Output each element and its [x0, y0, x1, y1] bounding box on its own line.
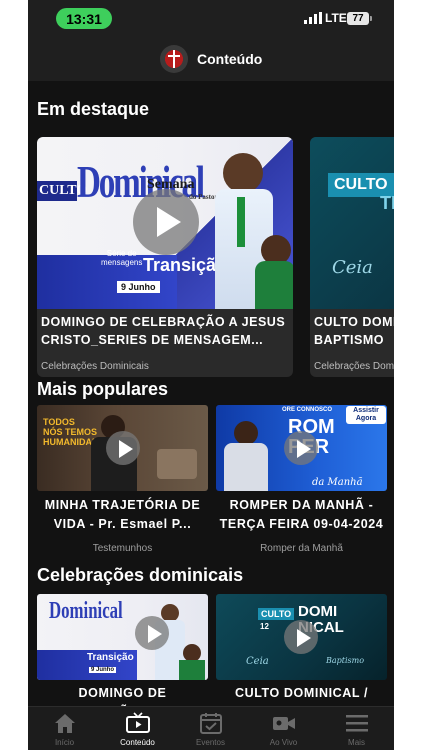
- nav-item-mais[interactable]: Mais: [320, 707, 393, 750]
- popular-card[interactable]: TODOS NÓS TEMOS HUMANIDADE MINHA TRAJETÓ…: [37, 405, 208, 555]
- video-category: Testemunhos: [92, 543, 153, 554]
- video-title: MINHA TRAJETÓRIA DE VIDA - Pr. Esmael P.…: [44, 498, 201, 531]
- nav-label: Ao Vivo: [269, 738, 298, 747]
- tv-icon: [125, 712, 150, 733]
- featured-card[interactable]: CULTO Dominical Semana do Pastor Série d…: [37, 137, 293, 377]
- play-button[interactable]: [106, 431, 140, 465]
- nav-item-ao-vivo[interactable]: Ao Vivo: [247, 707, 320, 750]
- calendar-check-icon: [199, 713, 222, 734]
- nav-item-eventos[interactable]: Eventos: [174, 707, 247, 750]
- popular-section-title: Mais populares: [37, 379, 169, 399]
- speaker-figure: [234, 421, 258, 445]
- app-screen: 13:31 LTE 77 Conteúdo Em destaque CULTO …: [28, 0, 394, 750]
- video-thumbnail: ORE CONNOSCO Assistir Agora ROM PER da M…: [216, 405, 387, 491]
- thumb-date: 9 Junho: [117, 281, 160, 293]
- video-title: CULTO DOMINICAL / BAPTISMO: [314, 315, 394, 347]
- nav-item-inicio[interactable]: Início: [28, 707, 101, 750]
- video-thumbnail: CULTO 12 DOMI NICAL Ceia Baptismo: [216, 594, 387, 680]
- video-category: Romper da Manhã: [260, 543, 343, 554]
- thumb-big-text: TI: [380, 193, 394, 213]
- thumb-week-sub: do Pastor: [189, 193, 218, 201]
- thumb-top: ORE CONNOSCO: [282, 407, 333, 413]
- signal-icon: [304, 12, 322, 24]
- menu-icon: [345, 715, 368, 732]
- thumb-script: da Manhã: [312, 477, 363, 488]
- app-header: Conteúdo: [28, 38, 394, 81]
- network-type: LTE: [325, 11, 347, 25]
- nav-item-conteudo[interactable]: Conteúdo: [101, 707, 174, 750]
- play-button[interactable]: [133, 189, 199, 255]
- nav-label: Eventos: [196, 738, 225, 747]
- video-thumbnail: TODOS NÓS TEMOS HUMANIDADE: [37, 405, 208, 491]
- play-button[interactable]: [284, 431, 318, 465]
- video-category: Celebrações Dominicais: [41, 361, 149, 372]
- thumb-day: 12: [260, 622, 269, 631]
- battery-icon: 77: [347, 12, 369, 25]
- thumb-brand: CULTO: [258, 608, 295, 620]
- bottom-navigation: Início Conteúdo Eventos Ao Vivo Mais: [28, 706, 394, 750]
- thumb-date: 9 Junho: [89, 667, 117, 673]
- video-category: Celebrações Dominicais: [314, 361, 394, 372]
- presenter-figure: [223, 153, 263, 193]
- video-thumbnail: Dominical Transição 9 Junho: [37, 594, 208, 680]
- status-time: 13:31: [56, 8, 112, 29]
- sunday-section-title: Celebrações dominicais: [37, 565, 244, 585]
- video-title: ROMPER DA MANHÃ - TERÇA FEIRA 09-04-2024: [219, 498, 384, 531]
- sunday-card[interactable]: CULTO 12 DOMI NICAL Ceia Baptismo CULTO …: [216, 594, 387, 719]
- sunday-card[interactable]: Dominical Transição 9 Junho DOMINGO DE C…: [37, 594, 208, 719]
- church-logo-icon: [160, 45, 188, 73]
- thumb-line2: NÓS TEMOS: [43, 427, 98, 437]
- thumb-script: Ceia: [246, 656, 269, 667]
- thumb-script: Ceia: [332, 257, 373, 278]
- video-title: DOMINGO DE CELEBRAÇÃO A JESUS CRISTO_SER…: [41, 315, 286, 347]
- video-thumbnail: CULTO TI Ceia: [310, 137, 394, 309]
- thumb-series: Série de mensagens: [101, 249, 143, 267]
- home-icon: [54, 714, 75, 733]
- featured-card[interactable]: CULTO TI Ceia CULTO DOMINICAL / BAPTISMO…: [310, 137, 394, 377]
- thumb-line1: TODOS: [43, 417, 75, 427]
- play-button[interactable]: [284, 620, 318, 654]
- battery-tip: [370, 16, 372, 21]
- thumb-script-2: Baptismo: [326, 656, 365, 665]
- popular-card[interactable]: ORE CONNOSCO Assistir Agora ROM PER da M…: [216, 405, 387, 555]
- watch-now-badge: Assistir Agora: [346, 406, 386, 424]
- nav-label: Mais: [348, 738, 365, 747]
- video-camera-icon: [272, 717, 295, 730]
- featured-section-title: Em destaque: [37, 99, 150, 119]
- page-title: Conteúdo: [197, 51, 263, 67]
- play-button[interactable]: [135, 616, 169, 650]
- nav-label: Conteúdo: [120, 738, 155, 747]
- thumb-theme: Transição: [87, 652, 134, 663]
- status-bar: 13:31 LTE 77: [28, 0, 394, 38]
- nav-label: Início: [54, 738, 75, 747]
- video-thumbnail: CULTO Dominical Semana do Pastor Série d…: [37, 137, 293, 309]
- thumb-big-text: Dominical: [49, 598, 123, 624]
